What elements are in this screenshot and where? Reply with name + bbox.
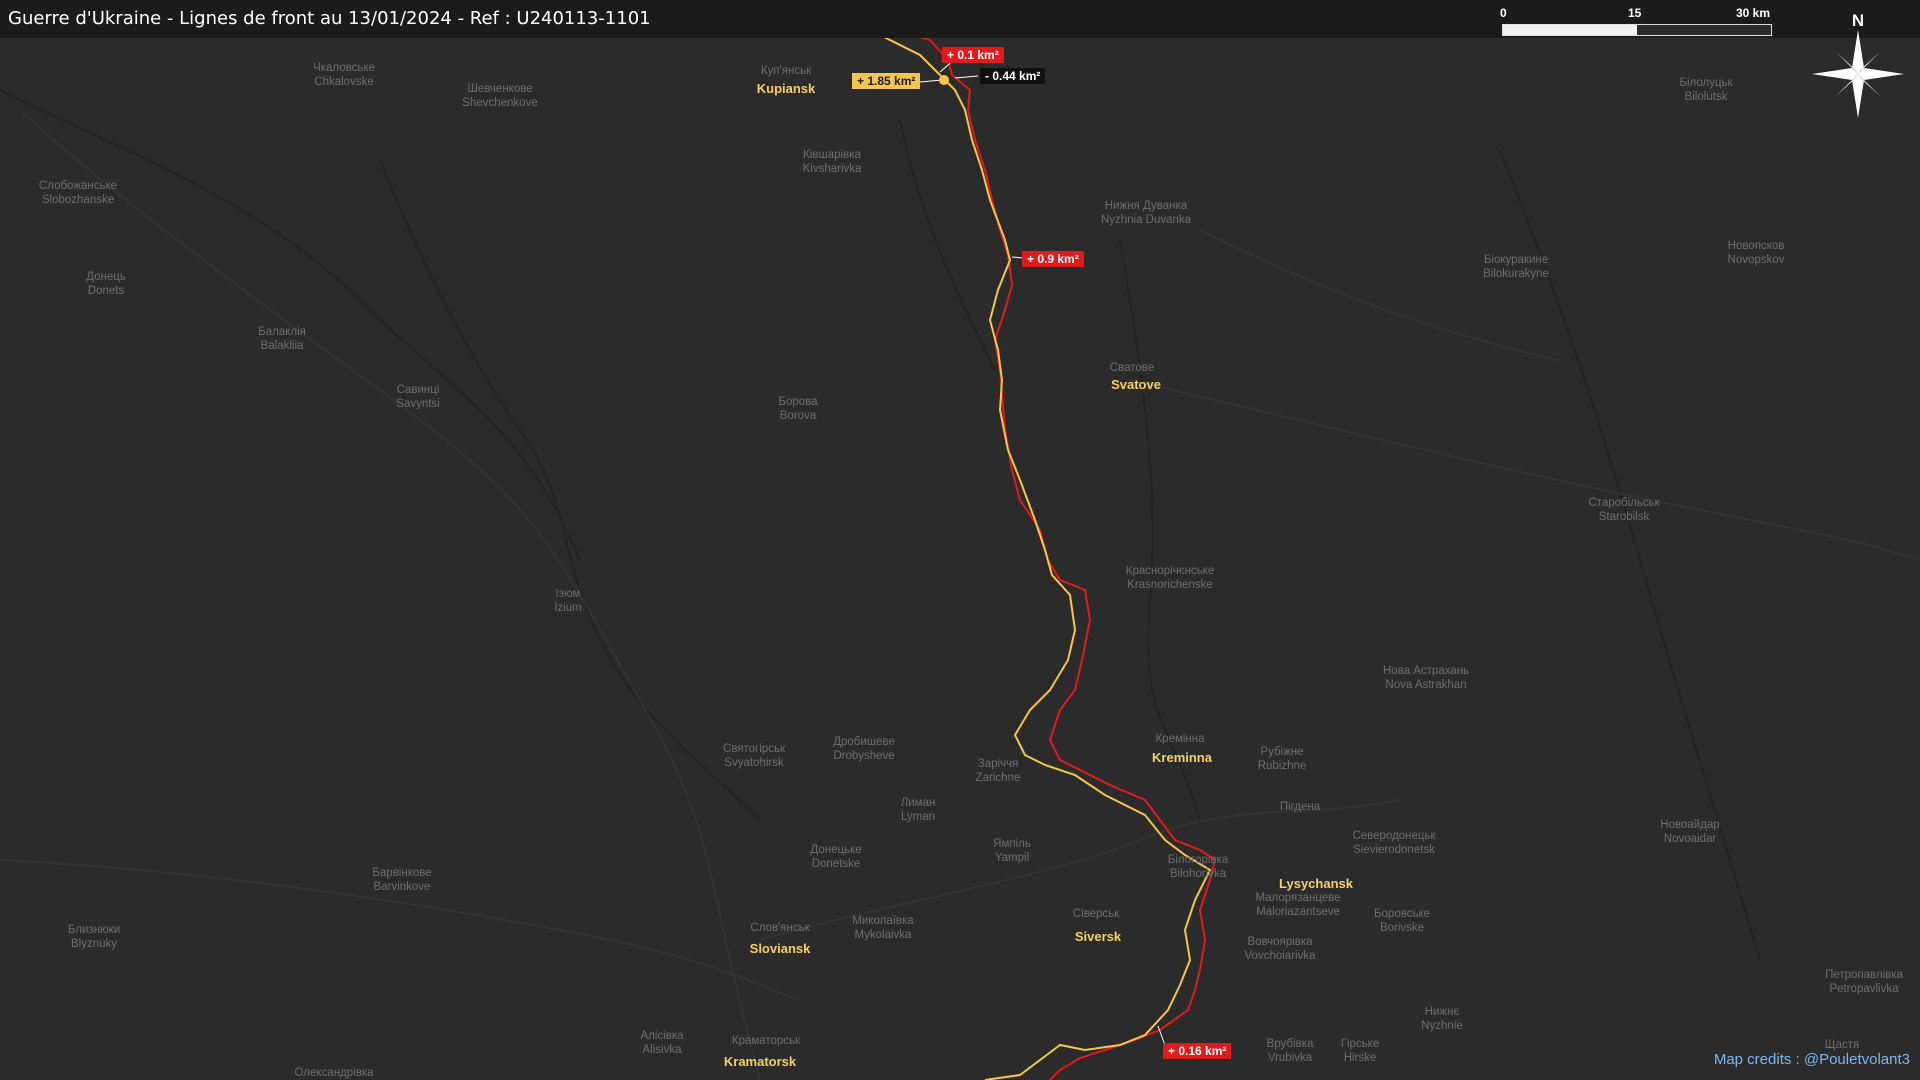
place-label: Щастя xyxy=(1824,1039,1860,1051)
scale-bar-fill xyxy=(1503,25,1637,35)
place-label: Білогорівка Bilohorivka xyxy=(1167,854,1229,880)
map-title: Guerre d'Ukraine - Lignes de front au 13… xyxy=(8,8,651,29)
place-label: Боровське Borivske xyxy=(1373,908,1431,934)
scale-tick-15: 15 xyxy=(1628,6,1642,20)
place-label: Пігдена xyxy=(1279,801,1321,813)
area-change-label: + 0.16 km² xyxy=(1163,1043,1232,1059)
place-label: Нова Астрахань Nova Astrakhan xyxy=(1382,665,1470,691)
city-kramatorsk: Kramatorsk xyxy=(723,1054,797,1069)
city-kreminna: Kreminna xyxy=(1152,750,1212,765)
city-siversk: Siversk xyxy=(1074,929,1122,944)
place-label: Дробишеве Drobysheve xyxy=(833,736,895,762)
scale-tick-30: 30 km xyxy=(1736,6,1771,20)
place-label: Шевченкове Shevchenkove xyxy=(462,83,538,109)
place-label: Савинці Savyntsi xyxy=(396,384,440,410)
place-label: Слобожанське Slobozhanske xyxy=(38,180,118,206)
place-label: Нижнє Nyzhnie xyxy=(1421,1006,1463,1032)
place-label: Чкаловське Chkalovske xyxy=(313,62,375,88)
place-label: Ізюм Izium xyxy=(554,588,582,614)
place-label: Миколаївка Mykolaivka xyxy=(852,915,914,941)
area-change-label: + 0.9 km² xyxy=(1022,251,1084,267)
place-label: Вовчоярівка Vovchoiarivka xyxy=(1244,936,1316,962)
place-label: Борова Borova xyxy=(778,396,818,422)
advance-marker xyxy=(939,75,949,85)
place-label: Барвінкове Barvinkove xyxy=(372,867,432,893)
area-change-label: + 1.85 km² xyxy=(852,73,921,89)
place-label: Малорязанцеве Maloriazantseve xyxy=(1255,892,1341,918)
place-label: Кремінна xyxy=(1155,733,1205,745)
place-label: Сіверськ xyxy=(1072,908,1120,920)
place-label: Слов'янськ xyxy=(750,922,810,934)
place-label: Білолуцьк Bilolutsk xyxy=(1679,77,1733,103)
place-label: Новоайдар Novoaidar xyxy=(1660,819,1720,845)
place-label: Нижня Дуванка Nyzhnia Duvanka xyxy=(1100,200,1192,226)
compass-label: N xyxy=(1852,11,1864,30)
city-svatove: Svatove xyxy=(1111,377,1161,392)
scale-bar: 0 15 30 km xyxy=(1500,4,1775,36)
place-label: Старобільськ Starobilsk xyxy=(1588,497,1660,523)
city-kupiansk: Kupiansk xyxy=(756,81,816,96)
place-label: Врубівка Vrubivka xyxy=(1266,1038,1314,1064)
north-arrow-icon: N xyxy=(1808,6,1908,124)
place-label: Ківшарівка Kivsharivka xyxy=(802,149,862,175)
scale-bar-graphic xyxy=(1502,24,1772,36)
place-label: Донець Donets xyxy=(86,271,126,297)
place-label: Северодонецьк Sievierodonetsk xyxy=(1352,830,1436,856)
place-label: Алісівка Alisivka xyxy=(640,1030,684,1056)
area-change-label: - 0.44 km² xyxy=(980,68,1046,84)
place-label: Заріччя Zarichne xyxy=(975,758,1021,784)
place-label: Ямпіль Yampil xyxy=(993,838,1031,864)
place-label: Святогірськ Svyatohirsk xyxy=(723,743,785,769)
city-sloviansk: Sloviansk xyxy=(749,941,811,956)
place-label: Новопсков Novopskov xyxy=(1727,240,1785,266)
place-label: Рубіжне Rubizhne xyxy=(1257,746,1307,772)
map-canvas[interactable] xyxy=(0,0,1920,1080)
scale-tick-0: 0 xyxy=(1500,6,1507,20)
map-credits: Map credits : @Pouletvolant3 xyxy=(1713,1051,1910,1068)
place-label: Краматорськ xyxy=(731,1035,801,1047)
area-change-label: + 0.1 km² xyxy=(942,47,1004,63)
place-label: Олександрівка xyxy=(294,1067,374,1079)
place-label: Донецьке Donetske xyxy=(810,844,862,870)
place-label: Біокуракине Bilokurakyne xyxy=(1483,254,1549,280)
city-lysychansk: Lysychansk xyxy=(1279,876,1353,891)
place-label: Лиман Lyman xyxy=(900,797,936,823)
place-label: Гірське Hirske xyxy=(1340,1038,1380,1064)
place-label: Петропавлівка Petropavlivka xyxy=(1825,969,1903,995)
place-label: Близнюки Blyznuky xyxy=(67,924,121,950)
map-background xyxy=(0,0,1920,1080)
place-label: Балаклія Balakliia xyxy=(258,326,306,352)
place-label: Краснорічєнське Krasnorichenske xyxy=(1125,565,1215,591)
place-label: Сватове xyxy=(1109,362,1155,374)
place-label: Куп'янськ xyxy=(760,65,812,77)
